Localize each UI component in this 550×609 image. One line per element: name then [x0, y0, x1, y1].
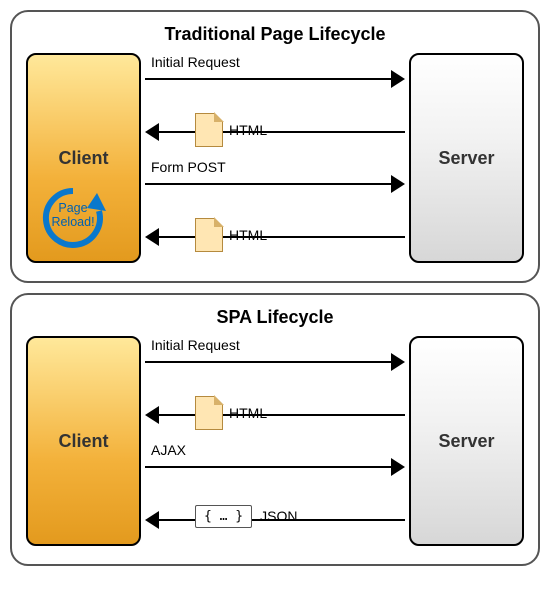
arrow-head-icon — [145, 123, 159, 141]
lane-json-response: { … } JSON — [145, 497, 405, 543]
json-badge: { … } JSON — [195, 505, 297, 528]
doc-badge: HTML — [195, 396, 267, 430]
lane-label: Form POST — [151, 159, 226, 175]
server-box: Server — [409, 53, 524, 263]
lane-ajax: AJAX — [145, 444, 405, 490]
doc-badge: HTML — [195, 218, 267, 252]
arrow-head-icon — [391, 70, 405, 88]
arrow-line — [155, 131, 405, 133]
arrow-line — [155, 236, 405, 238]
doc-label: HTML — [229, 405, 267, 421]
client-label: Client — [58, 431, 108, 452]
lane-html-response: HTML — [145, 392, 405, 438]
lane-label: Initial Request — [151, 337, 240, 353]
arrow-line — [155, 414, 405, 416]
arrow-line — [145, 78, 395, 80]
arrow-line — [145, 183, 395, 185]
arrow-head-icon — [391, 175, 405, 193]
document-icon — [195, 396, 223, 430]
document-icon — [195, 113, 223, 147]
arrow-line — [145, 466, 395, 468]
panel-traditional: Traditional Page Lifecycle Client PageRe… — [10, 10, 540, 283]
json-label: JSON — [260, 508, 297, 524]
lane-initial-request: Initial Request — [145, 56, 405, 102]
doc-label: HTML — [229, 227, 267, 243]
arrow-head-icon — [145, 511, 159, 529]
lane-initial-request: Initial Request — [145, 339, 405, 385]
doc-label: HTML — [229, 122, 267, 138]
json-body: { … } — [195, 505, 252, 528]
arrow-head-icon — [145, 228, 159, 246]
lane-form-post: Form POST — [145, 161, 405, 207]
row: Client Initial Request HTML AJAX — [26, 336, 524, 546]
panel-title: Traditional Page Lifecycle — [26, 24, 524, 45]
client-box: Client — [26, 336, 141, 546]
arrow-head-icon — [391, 353, 405, 371]
panel-title: SPA Lifecycle — [26, 307, 524, 328]
panel-spa: SPA Lifecycle Client Initial Request HTM… — [10, 293, 540, 566]
row: Client PageReload! Initial Request HTML — [26, 53, 524, 263]
lane-html-response-2: HTML — [145, 214, 405, 260]
client-label: Client — [58, 148, 108, 169]
message-lanes: Initial Request HTML Form POST — [141, 53, 409, 263]
message-lanes: Initial Request HTML AJAX { … } — [141, 336, 409, 546]
server-box: Server — [409, 336, 524, 546]
lane-label: AJAX — [151, 442, 186, 458]
reload-text: PageReload! — [40, 201, 106, 230]
page-reload-badge: PageReload! — [40, 185, 106, 251]
doc-badge: HTML — [195, 113, 267, 147]
client-box: Client PageReload! — [26, 53, 141, 263]
document-icon — [195, 218, 223, 252]
server-label: Server — [438, 148, 494, 169]
arrow-head-icon — [391, 458, 405, 476]
lane-label: Initial Request — [151, 54, 240, 70]
arrow-head-icon — [145, 406, 159, 424]
arrow-line — [145, 361, 395, 363]
lane-html-response-1: HTML — [145, 109, 405, 155]
server-label: Server — [438, 431, 494, 452]
